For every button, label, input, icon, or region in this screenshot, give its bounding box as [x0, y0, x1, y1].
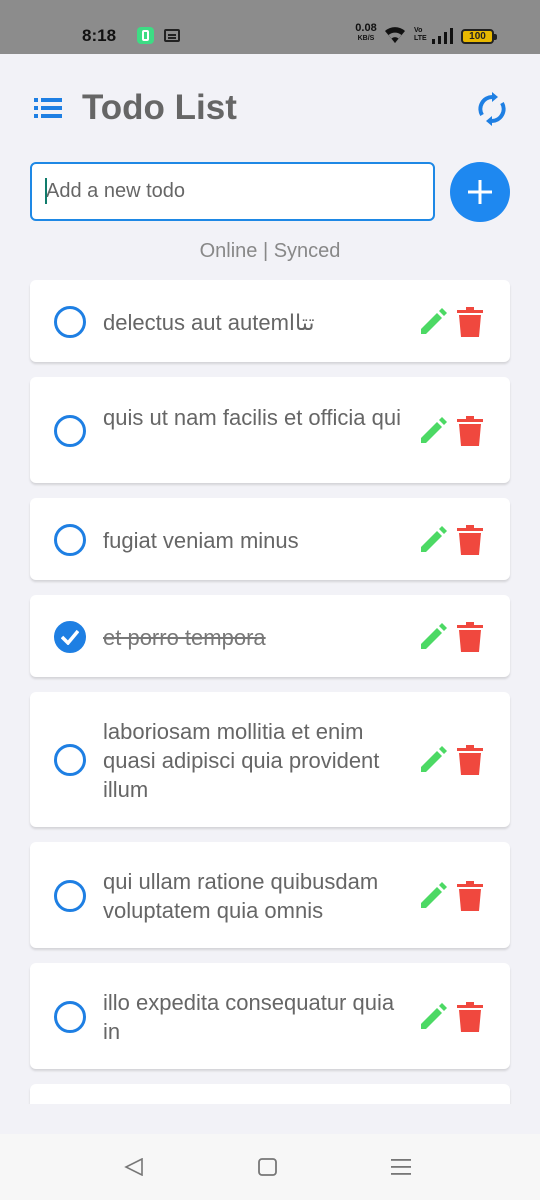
todo-text: quis ut nam facilis et officia qui [103, 405, 401, 430]
pencil-icon[interactable] [418, 881, 448, 911]
trash-icon[interactable] [457, 622, 483, 652]
todo-item[interactable]: et porro tempora [30, 595, 510, 677]
todo-item[interactable]: fugiat veniam minus [30, 498, 510, 580]
todo-checkbox[interactable] [54, 415, 86, 447]
new-todo-input[interactable] [30, 162, 435, 221]
todo-text: qui ullam ratione quibusdam voluptatem q… [103, 869, 379, 923]
trash-icon[interactable] [457, 307, 483, 337]
text-caret [45, 178, 47, 204]
volte-icon: Vo LTE [414, 27, 427, 42]
todo-item[interactable]: qui ullam ratione quibusdam voluptatem q… [30, 842, 510, 948]
pencil-icon[interactable] [418, 416, 448, 446]
todo-item[interactable]: quis ut nam facilis et officia qui [30, 377, 510, 483]
network-speed-value: 0.08 [355, 22, 377, 34]
todo-text: fugiat veniam minus [103, 528, 299, 553]
plus-icon [468, 180, 492, 204]
battery-icon: 100 [461, 29, 497, 44]
connection-status: Online | Synced [199, 240, 341, 262]
pencil-icon[interactable] [418, 745, 448, 775]
pencil-icon[interactable] [418, 307, 448, 337]
recents-icon[interactable] [391, 1158, 411, 1176]
todo-checkbox[interactable] [54, 306, 86, 338]
sync-icon[interactable] [476, 92, 508, 126]
trash-icon[interactable] [457, 525, 483, 555]
pencil-icon[interactable] [418, 622, 448, 652]
todo-checkbox-checked[interactable] [54, 621, 86, 653]
list-icon[interactable] [34, 97, 62, 119]
todo-item-partial[interactable] [30, 1084, 510, 1104]
signal-icon [432, 28, 453, 44]
todo-checkbox[interactable] [54, 744, 86, 776]
back-icon[interactable] [124, 1158, 144, 1176]
todo-item[interactable]: laboriosam mollitia et enim quasi adipis… [30, 692, 510, 827]
status-time: 8:18 [82, 26, 117, 45]
trash-icon[interactable] [457, 1002, 483, 1032]
app-screen: 8:18 0.08 KB/S Vo LTE 100 Todo List Add … [0, 0, 540, 1200]
todo-checkbox[interactable] [54, 880, 86, 912]
todo-item[interactable]: delectus aut autemتتاا [30, 280, 510, 362]
todo-list: delectus aut autemتتاا quis ut nam facil… [0, 280, 540, 1104]
todo-text: delectus aut autemتتاا [103, 310, 315, 335]
trash-icon[interactable] [457, 416, 483, 446]
wifi-icon [385, 27, 405, 43]
page-title: Todo List [82, 88, 237, 127]
pencil-icon[interactable] [418, 525, 448, 555]
todo-checkbox[interactable] [54, 524, 86, 556]
todo-text: laboriosam mollitia et enim quasi adipis… [103, 719, 380, 802]
todo-text: et porro tempora [103, 625, 266, 650]
check-icon [61, 629, 79, 645]
todo-text: illo expedita consequatur quia in [103, 990, 395, 1044]
todo-item[interactable]: illo expedita consequatur quia in [30, 963, 510, 1069]
screen-notification-icon [164, 29, 180, 42]
add-todo-button[interactable] [450, 162, 510, 222]
todo-checkbox[interactable] [54, 1001, 86, 1033]
home-icon[interactable] [258, 1158, 277, 1176]
network-speed: 0.08 KB/S [352, 22, 380, 43]
app-notification-icon [137, 27, 154, 44]
trash-icon[interactable] [457, 745, 483, 775]
network-speed-unit: KB/S [357, 35, 375, 42]
status-bar: 8:18 0.08 KB/S Vo LTE 100 [0, 0, 540, 54]
trash-icon[interactable] [457, 881, 483, 911]
pencil-icon[interactable] [418, 1002, 448, 1032]
